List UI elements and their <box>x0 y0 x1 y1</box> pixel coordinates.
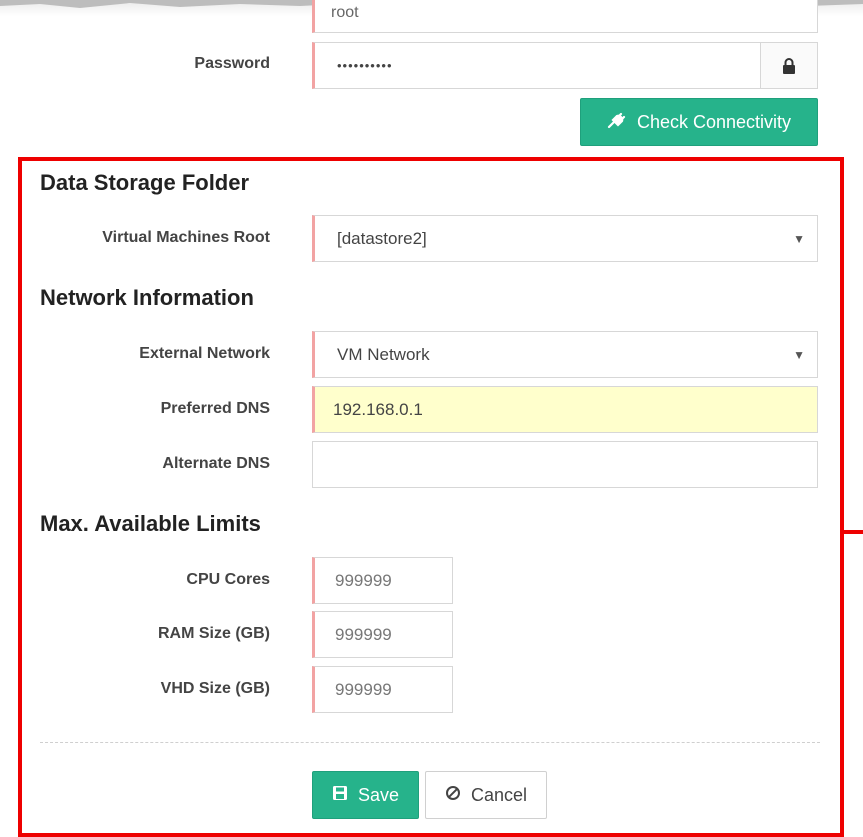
vhd-size-field[interactable]: 999999 <box>312 666 453 713</box>
check-connectivity-button[interactable]: Check Connectivity <box>580 98 818 146</box>
vm-root-select[interactable]: [datastore2] ▼ <box>312 215 818 262</box>
cpu-cores-label: CPU Cores <box>186 571 270 588</box>
password-field[interactable]: •••••••••• <box>312 42 818 89</box>
cancel-button[interactable]: Cancel <box>425 771 547 819</box>
ram-size-label: RAM Size (GB) <box>158 625 270 642</box>
preferred-dns-field[interactable]: 192.168.0.1 <box>312 386 818 433</box>
cpu-cores-field[interactable]: 999999 <box>312 557 453 604</box>
chevron-down-icon: ▼ <box>793 347 805 362</box>
password-label: Password <box>194 55 270 72</box>
ban-icon <box>445 785 461 806</box>
preferred-dns-label: Preferred DNS <box>160 400 270 417</box>
save-button[interactable]: Save <box>312 771 419 819</box>
section-title-limits: Max. Available Limits <box>40 511 261 536</box>
vm-root-label: Virtual Machines Root <box>102 229 270 246</box>
username-field[interactable]: root <box>312 0 818 33</box>
vhd-size-value: 999999 <box>335 679 392 699</box>
save-label: Save <box>357 784 400 805</box>
section-title-storage: Data Storage Folder <box>40 170 250 195</box>
username-value: root <box>331 4 359 21</box>
lock-icon[interactable] <box>760 43 817 88</box>
cancel-label: Cancel <box>470 784 528 805</box>
vhd-size-label: VHD Size (GB) <box>160 680 270 697</box>
plug-icon <box>607 111 627 134</box>
annotation-connector <box>844 530 863 534</box>
cpu-cores-value: 999999 <box>335 570 392 590</box>
ram-size-value: 999999 <box>335 624 392 644</box>
divider <box>40 742 820 743</box>
floppy-disk-icon <box>332 785 348 806</box>
alternate-dns-field[interactable] <box>312 441 818 488</box>
vm-root-value: [datastore2] <box>337 228 427 248</box>
check-connectivity-label: Check Connectivity <box>636 111 792 132</box>
ram-size-field[interactable]: 999999 <box>312 611 453 658</box>
settings-form: root Password •••••••••• Check Connectiv… <box>0 0 863 829</box>
alternate-dns-label: Alternate DNS <box>162 455 270 472</box>
external-network-label: External Network <box>139 345 270 362</box>
preferred-dns-value: 192.168.0.1 <box>333 399 423 419</box>
external-network-value: VM Network <box>337 344 430 364</box>
external-network-select[interactable]: VM Network ▼ <box>312 331 818 378</box>
chevron-down-icon: ▼ <box>793 231 805 246</box>
section-title-network: Network Information <box>40 285 254 310</box>
password-value: •••••••••• <box>337 58 393 73</box>
